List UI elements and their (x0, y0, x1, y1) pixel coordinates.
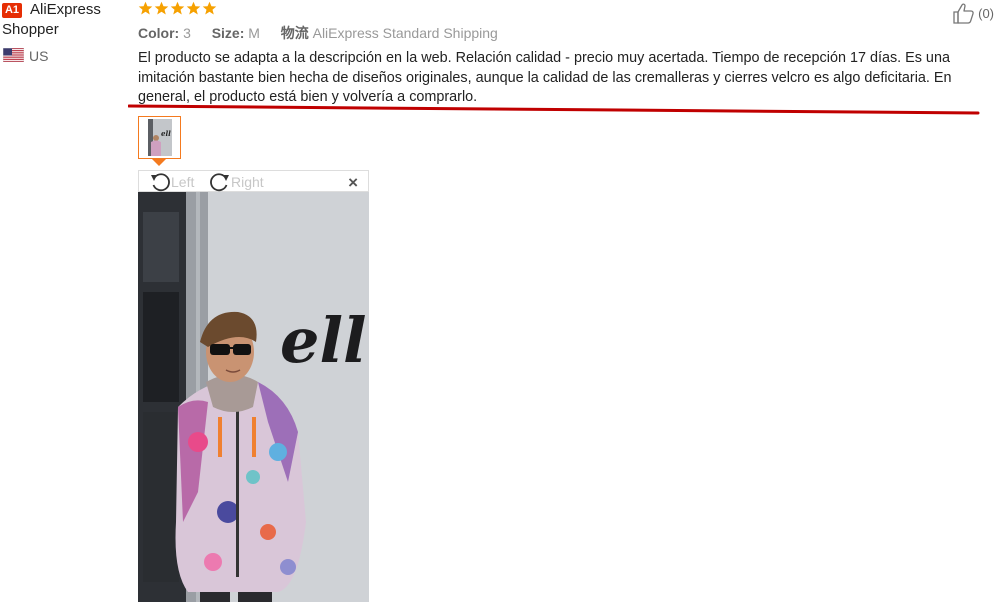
helpful-count: (0) (978, 5, 994, 21)
reviewer-country: US (29, 48, 49, 64)
star-icon (202, 1, 217, 15)
red-underline-annotation (128, 104, 980, 115)
color-label: Color: (138, 25, 180, 41)
shipping-value: AliExpress Standard Shipping (312, 25, 498, 41)
svg-text:ell: ell (161, 129, 171, 138)
helpful-button[interactable]: (0) (952, 2, 994, 24)
size-value: M (248, 25, 260, 41)
size-label: Size: (211, 25, 245, 41)
rotate-right-button[interactable]: Right (209, 171, 264, 193)
shipping-label: 物流 (280, 25, 309, 41)
rotate-right-label: Right (231, 174, 264, 190)
rotate-left-icon (151, 173, 170, 192)
thumbnail-image: ell (148, 119, 172, 156)
review-photo-thumbnail[interactable]: ell (138, 116, 181, 159)
star-icon (154, 1, 169, 15)
star-icon (138, 1, 153, 15)
close-viewer-button[interactable]: × (348, 171, 358, 193)
reviewer-name[interactable]: AliExpress (30, 1, 101, 18)
star-rating (138, 1, 217, 16)
reviewer-name-line2[interactable]: Shopper (2, 21, 59, 38)
review-text: El producto se adapta a la descripción e… (138, 50, 952, 105)
thumbs-up-icon (953, 3, 974, 24)
star-icon (186, 1, 201, 15)
rotate-left-label: Left (171, 174, 195, 190)
user-level-badge: A1 (2, 3, 22, 18)
color-value: 3 (183, 25, 191, 41)
order-attributes: Color: 3 Size: M 物流 AliExpress Standard … (138, 23, 498, 43)
review-photo-enlarged: ell (138, 192, 369, 602)
svg-text:ell: ell (280, 304, 367, 377)
rotate-right-icon (210, 173, 229, 192)
star-icon (170, 1, 185, 15)
rotate-left-button[interactable]: Left (149, 171, 194, 193)
customer-photo: ell (138, 192, 369, 602)
thumbnail-pointer (152, 159, 166, 166)
image-viewer-toolbar: Left Right × (138, 170, 369, 192)
us-flag-icon (3, 48, 24, 62)
